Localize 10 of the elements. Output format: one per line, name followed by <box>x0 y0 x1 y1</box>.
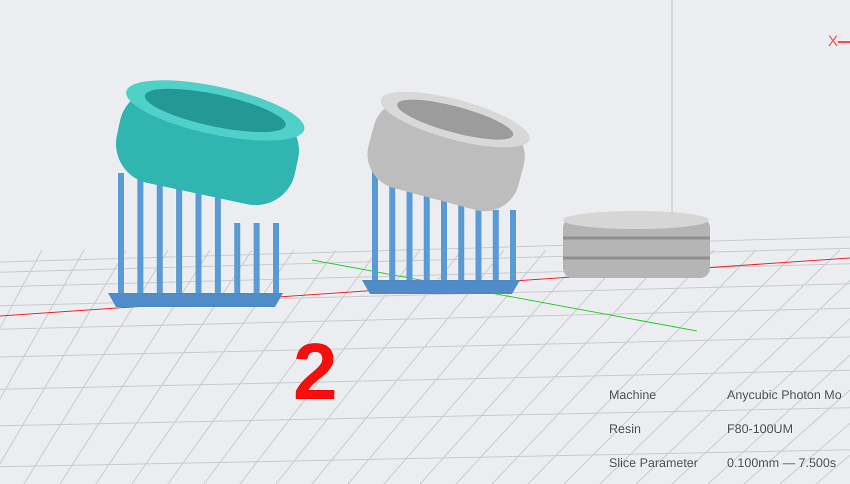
info-label: Slice Parameter <box>609 455 699 472</box>
info-value: F80-100UM <box>727 421 794 438</box>
axis-label: X <box>828 34 838 49</box>
plate-number: 2 <box>293 332 338 412</box>
info-value: 0.100mm — 7.500s <box>727 455 838 472</box>
info-label: Resin <box>609 421 642 438</box>
viewport[interactable]: X 2 Machine Anycubic Photon Mo Resin F80-100UM Slice Parameter 0.100mm — 7.500s <box>0 0 850 484</box>
info-label: Machine <box>609 387 658 404</box>
x-axis-marker <box>838 41 850 43</box>
info-value: Anycubic Photon Mo <box>727 387 842 404</box>
